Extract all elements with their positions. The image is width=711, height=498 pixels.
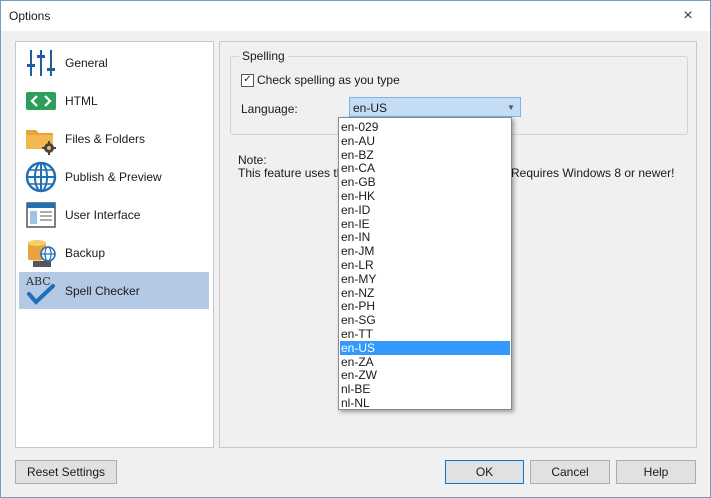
language-option[interactable]: en-GB	[340, 175, 510, 189]
nav-label-user-interface: User Interface	[65, 208, 141, 222]
help-button[interactable]: Help	[616, 460, 696, 484]
language-option[interactable]: en-CA	[340, 161, 510, 175]
language-option[interactable]: en-JM	[340, 244, 510, 258]
note-text-requirement: Requires Windows 8 or newer!	[511, 166, 675, 180]
nav-label-publish-preview: Publish & Preview	[65, 170, 162, 184]
nav-item-backup[interactable]: Backup	[19, 234, 209, 271]
database-globe-icon	[28, 240, 56, 267]
spelling-group-title: Spelling	[239, 49, 288, 63]
note-title: Note:	[238, 153, 267, 167]
language-option[interactable]: en-ZA	[340, 355, 510, 369]
check-spelling-label: Check spelling as you type	[257, 73, 400, 87]
close-button[interactable]: ×	[666, 1, 710, 31]
language-option[interactable]: en-ID	[340, 203, 510, 217]
globe-icon	[25, 161, 57, 193]
note-text: This feature uses th	[238, 166, 344, 180]
category-list: General HTML Files & Folders Publish & P…	[15, 41, 214, 448]
check-spelling-row[interactable]: ✓ Check spelling as you type	[241, 73, 400, 87]
language-option[interactable]: nl-NL	[340, 396, 510, 410]
title-bar: Options ×	[1, 1, 710, 31]
nav-label-spell-checker: Spell Checker	[65, 284, 140, 298]
nav-label-general: General	[65, 56, 108, 70]
language-option[interactable]: en-IE	[340, 217, 510, 231]
nav-item-files-folders[interactable]: Files & Folders	[19, 120, 209, 157]
code-brackets-icon	[26, 92, 56, 110]
nav-label-files-folders: Files & Folders	[65, 132, 146, 146]
nav-item-spell-checker[interactable]: ABC Spell Checker	[19, 272, 209, 309]
language-option[interactable]: en-HK	[340, 189, 510, 203]
chevron-down-icon[interactable]: ▼	[503, 99, 519, 115]
reset-settings-button[interactable]: Reset Settings	[15, 460, 117, 484]
window-title: Options	[9, 9, 51, 23]
ok-button[interactable]: OK	[445, 460, 524, 484]
language-option[interactable]: en-AU	[340, 134, 510, 148]
language-option[interactable]: en-SG	[340, 313, 510, 327]
language-option[interactable]: nl-BE	[340, 382, 510, 396]
language-selected-value: en-US	[353, 101, 388, 115]
folder-gear-icon	[26, 130, 56, 155]
window-layout-icon	[26, 202, 56, 228]
language-option[interactable]: en-NZ	[340, 286, 510, 300]
language-option[interactable]: en-IN	[340, 230, 510, 244]
language-option[interactable]: en-PH	[340, 299, 510, 313]
nav-label-backup: Backup	[65, 246, 106, 260]
language-option[interactable]: en-029	[340, 120, 510, 134]
nav-item-user-interface[interactable]: User Interface	[19, 196, 209, 233]
language-option[interactable]: en-LR	[340, 258, 510, 272]
language-option[interactable]: en-ZW	[340, 368, 510, 382]
sliders-icon	[27, 50, 55, 76]
nav-item-html[interactable]: HTML	[19, 82, 209, 119]
language-label: Language:	[241, 102, 298, 116]
language-combobox[interactable]: en-US ▼	[349, 97, 521, 117]
check-spelling-checkbox[interactable]: ✓	[241, 73, 254, 87]
language-option[interactable]: en-TT	[340, 327, 510, 341]
language-dropdown-list[interactable]: en-029 en-AU en-BZ en-CA en-GB en-HK en-ID en-I…	[338, 117, 512, 410]
close-icon: ×	[683, 7, 693, 24]
language-option[interactable]: en-MY	[340, 272, 510, 286]
nav-item-publish-preview[interactable]: Publish & Preview	[19, 158, 209, 195]
language-option[interactable]: en-US	[340, 340, 510, 355]
nav-label-html: HTML	[65, 94, 98, 108]
nav-item-general[interactable]: General	[19, 44, 209, 81]
cancel-button[interactable]: Cancel	[530, 460, 610, 484]
language-option[interactable]: en-BZ	[340, 148, 510, 162]
svg-text:ABC: ABC	[25, 275, 51, 288]
abc-checkmark-icon: ABC	[25, 275, 55, 305]
